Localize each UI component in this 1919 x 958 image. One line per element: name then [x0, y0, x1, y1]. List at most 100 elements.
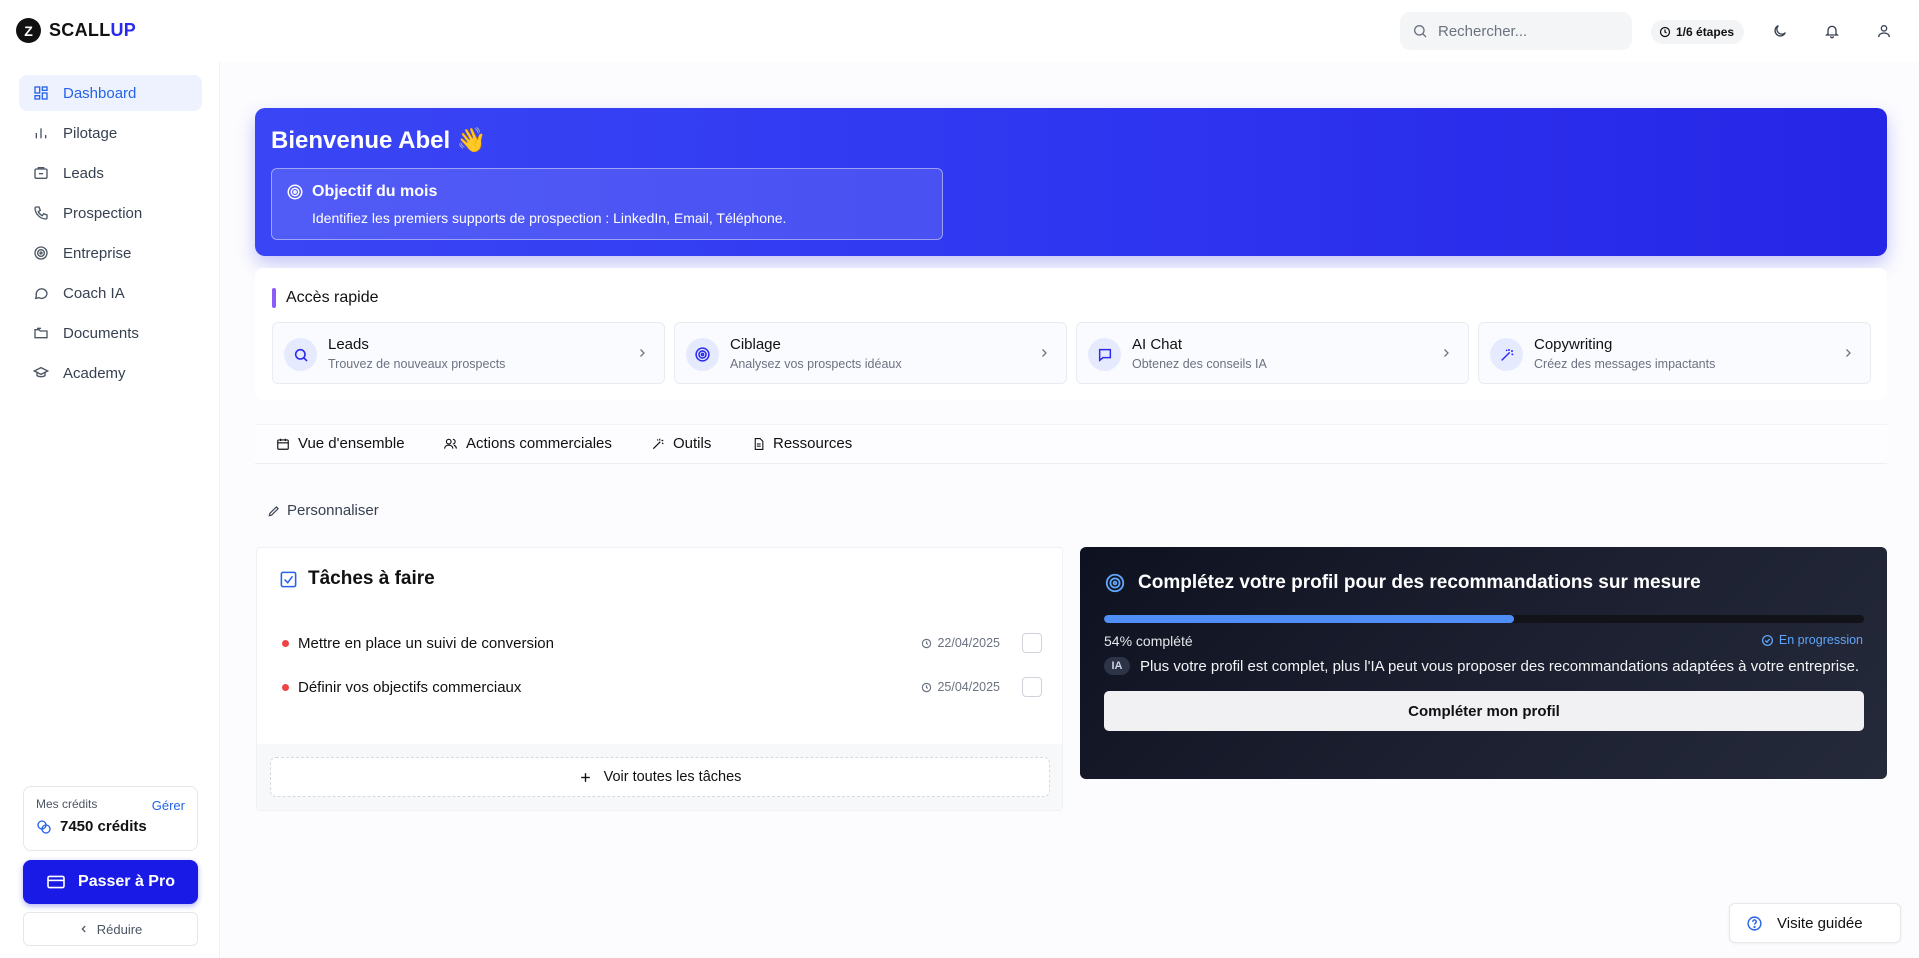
ia-hint: IA Plus votre profil est complet, plus l…	[1104, 657, 1859, 675]
quick-access-section: Accès rapide Leads Trouvez de nouveaux p…	[255, 268, 1887, 400]
dark-mode-toggle[interactable]	[1769, 20, 1791, 42]
guided-tour-label: Visite guidée	[1777, 914, 1863, 932]
quick-card-description: Obtenez des conseils IA	[1132, 357, 1267, 371]
chevron-right-icon	[1042, 349, 1047, 357]
graduation-icon	[33, 366, 49, 378]
sidebar-item-dashboard[interactable]: Dashboard	[19, 75, 202, 111]
quick-card-title: Leads	[328, 336, 369, 353]
bar-chart-icon	[35, 128, 47, 139]
personalize-label: Personnaliser	[287, 502, 379, 519]
guided-tour-button[interactable]: Visite guidée	[1729, 903, 1901, 943]
tab-overview[interactable]: Vue d'ensemble	[276, 435, 405, 452]
tasks-header: Tâches à faire	[279, 568, 435, 590]
monthly-objective-card: Objectif du mois Identifiez les premiers…	[271, 168, 943, 240]
quick-card-leads[interactable]: Leads Trouvez de nouveaux prospects	[272, 322, 665, 384]
search-icon	[284, 338, 317, 371]
quick-card-title: AI Chat	[1132, 336, 1183, 353]
complete-profile-button[interactable]: Compléter mon profil	[1104, 691, 1864, 731]
search-icon	[1414, 25, 1427, 38]
sidebar-item-coach-ia[interactable]: Coach IA	[19, 275, 202, 311]
upgrade-pro-button[interactable]: Passer à Pro	[23, 860, 198, 904]
user-menu-button[interactable]	[1873, 20, 1895, 42]
profile-completion-card: Complétez votre profil pour des recomman…	[1080, 547, 1887, 779]
tasks-title: Tâches à faire	[308, 568, 435, 589]
sidebar-item-label: Leads	[63, 164, 104, 182]
target-icon	[686, 338, 719, 371]
see-all-tasks-label: Voir toutes les tâches	[603, 769, 742, 785]
sidebar-item-entreprise[interactable]: Entreprise	[19, 235, 202, 271]
search-box[interactable]	[1400, 12, 1632, 50]
quick-access-label: Accès rapide	[286, 289, 379, 306]
progress-status: En progression	[1761, 633, 1863, 647]
document-icon	[754, 437, 764, 450]
credits-panel: Mes crédits Gérer 7450 crédits	[23, 786, 198, 851]
objective-header: Objectif du mois	[286, 183, 437, 201]
help-circle-icon	[1747, 915, 1762, 931]
sidebar-item-label: Coach IA	[63, 284, 125, 302]
quick-access-title: Accès rapide	[272, 288, 379, 308]
profile-progress-fill	[1104, 615, 1515, 623]
personalize-button[interactable]: Personnaliser	[267, 502, 379, 519]
task-checkbox[interactable]	[1022, 677, 1042, 697]
users-icon	[444, 438, 457, 449]
task-due-date: 22/04/2025	[921, 636, 1000, 650]
top-bar: Z SCALLUP 1/6 étapes	[0, 0, 1919, 62]
quick-card-description: Trouvez de nouveaux prospects	[328, 357, 506, 371]
sidebar-item-label: Academy	[63, 364, 126, 382]
brand-logo[interactable]: Z SCALLUP	[16, 18, 136, 43]
profile-header: Complétez votre profil pour des recomman…	[1104, 572, 1701, 594]
target-icon	[34, 246, 48, 260]
message-icon	[1088, 338, 1121, 371]
collapse-sidebar-button[interactable]: Réduire	[23, 912, 198, 946]
see-all-tasks-button[interactable]: Voir toutes les tâches	[270, 757, 1050, 797]
task-item: Mettre en place un suivi de conversion 2…	[282, 630, 1042, 656]
clock-icon	[1659, 26, 1671, 38]
quick-card-ai-chat[interactable]: AI Chat Obtenez des conseils IA	[1076, 322, 1469, 384]
quick-card-ciblage[interactable]: Ciblage Analysez vos prospects idéaux	[674, 322, 1067, 384]
welcome-banner: Bienvenue Abel 👋 Objectif du mois Identi…	[255, 108, 1887, 256]
tasks-card: Tâches à faire Mettre en place un suivi …	[256, 547, 1063, 811]
onboarding-steps-badge[interactable]: 1/6 étapes	[1651, 20, 1745, 44]
sidebar-item-academy[interactable]: Academy	[19, 355, 202, 391]
dashboard-tabs: Vue d'ensemble Actions commerciales Outi…	[255, 424, 1887, 464]
quick-card-title: Ciblage	[730, 336, 781, 353]
brand-name: SCALLUP	[49, 20, 137, 40]
steps-label: 1/6 étapes	[1676, 25, 1735, 39]
search-input[interactable]	[1438, 22, 1618, 40]
clock-icon	[922, 682, 932, 692]
sidebar-item-label: Documents	[63, 324, 139, 342]
tab-label: Ressources	[773, 435, 853, 452]
user-icon	[1878, 25, 1890, 38]
progress-label: 54% complété	[1104, 633, 1193, 649]
moon-icon	[1774, 25, 1786, 37]
tab-tools[interactable]: Outils	[651, 435, 711, 452]
tab-resources[interactable]: Ressources	[752, 435, 852, 452]
calendar-icon	[277, 438, 289, 450]
sidebar-item-leads[interactable]: Leads	[19, 155, 202, 191]
task-item: Définir vos objectifs commerciaux 25/04/…	[282, 674, 1042, 700]
manage-credits-link[interactable]: Gérer	[152, 798, 185, 813]
notifications-button[interactable]	[1821, 20, 1843, 42]
sidebar-item-documents[interactable]: Documents	[19, 315, 202, 351]
sidebar-item-prospection[interactable]: Prospection	[19, 195, 202, 231]
profile-progress-bar	[1104, 615, 1864, 623]
tab-label: Actions commerciales	[466, 435, 612, 452]
sidebar-item-label: Entreprise	[63, 244, 132, 262]
sidebar-item-label: Dashboard	[63, 84, 137, 102]
sidebar-item-pilotage[interactable]: Pilotage	[19, 115, 202, 151]
chevron-right-icon	[1846, 349, 1851, 357]
logo-icon: Z	[16, 18, 41, 43]
chevron-left-icon	[81, 925, 86, 933]
tab-commercial-actions[interactable]: Actions commerciales	[443, 435, 612, 452]
objective-title: Objectif du mois	[312, 183, 438, 200]
tab-label: Vue d'ensemble	[298, 435, 405, 452]
task-checkbox[interactable]	[1022, 633, 1042, 653]
welcome-title: Bienvenue Abel 👋	[271, 127, 487, 154]
chevron-right-icon	[640, 349, 645, 357]
checkbox-icon	[280, 571, 297, 587]
task-priority-dot	[282, 639, 289, 647]
task-label: Définir vos objectifs commerciaux	[298, 678, 522, 696]
dashboard-icon	[34, 86, 48, 100]
bell-icon	[1825, 25, 1839, 39]
quick-card-copywriting[interactable]: Copywriting Créez des messages impactant…	[1478, 322, 1871, 384]
